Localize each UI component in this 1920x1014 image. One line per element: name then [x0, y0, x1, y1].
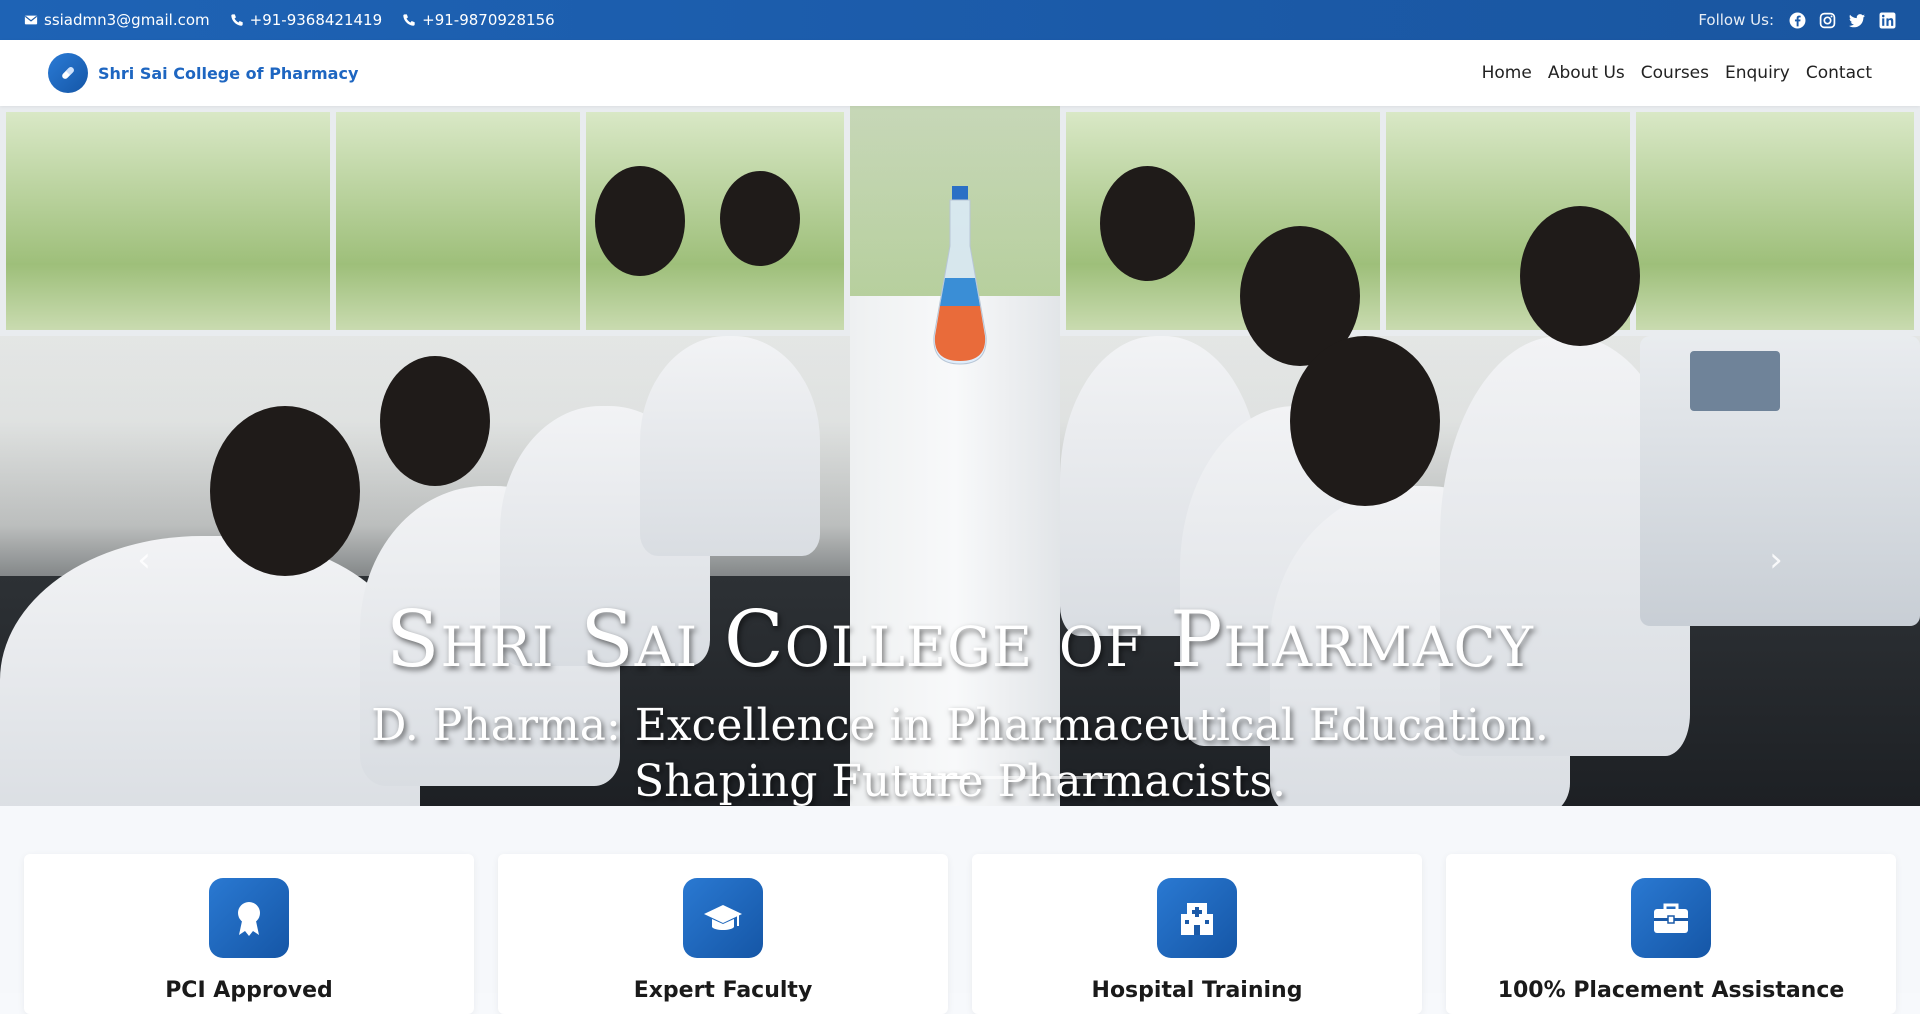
site-header: Shri Sai College of Pharmacy Home About …	[0, 40, 1920, 106]
hero-title: Shri Sai College of Pharmacy	[386, 595, 1534, 685]
main-nav: Home About Us Courses Enquiry Contact	[1482, 63, 1872, 83]
feature-card: Expert Faculty	[498, 854, 948, 1014]
envelope-icon	[24, 15, 38, 25]
award-icon	[209, 878, 289, 958]
nav-about-us[interactable]: About Us	[1548, 63, 1625, 83]
hero-carousel: ‹ › Shri Sai College of Pharmacy D. Phar…	[0, 106, 1920, 806]
phone-icon	[403, 14, 415, 26]
nav-courses[interactable]: Courses	[1641, 63, 1709, 83]
phone-link-2[interactable]: +91-9870928156	[402, 11, 555, 29]
nav-home[interactable]: Home	[1482, 63, 1532, 83]
feature-title: PCI Approved	[165, 978, 333, 1003]
hero-subtitle: D. Pharma: Excellence in Pharmaceutical …	[0, 698, 1920, 806]
feature-title: Hospital Training	[1091, 978, 1303, 1003]
email-text: ssiadmn3@gmail.com	[44, 11, 210, 29]
feature-cards: PCI Approved Expert Faculty Hospital Tra…	[24, 854, 1896, 1014]
brand-link[interactable]: Shri Sai College of Pharmacy	[48, 53, 358, 93]
instagram-icon[interactable]	[1818, 11, 1836, 29]
features-section: PCI Approved Expert Faculty Hospital Tra…	[0, 806, 1920, 1014]
hero-subtitle-line-2: Shaping Future Pharmacists.	[633, 756, 1287, 806]
feature-card: PCI Approved	[24, 854, 474, 1014]
carousel-indicator[interactable]	[910, 776, 970, 779]
feature-card: 100% Placement Assistance	[1446, 854, 1896, 1014]
carousel-indicators	[910, 776, 1110, 779]
carousel-prev-button[interactable]: ‹	[130, 540, 158, 580]
hero-subtitle-line-1: D. Pharma: Excellence in Pharmaceutical …	[371, 700, 1549, 751]
phone-icon	[230, 14, 243, 26]
feature-title: 100% Placement Assistance	[1497, 978, 1845, 1003]
graduation-cap-icon	[683, 878, 763, 958]
carousel-next-button[interactable]: ›	[1762, 540, 1790, 580]
carousel-indicator[interactable]	[1050, 776, 1110, 779]
top-contact-bar: ssiadmn3@gmail.com +91-9368421419 +91-98…	[0, 0, 1920, 40]
feature-card: Hospital Training	[972, 854, 1422, 1014]
nav-contact[interactable]: Contact	[1806, 63, 1872, 83]
phone-text-1: +91-9368421419	[249, 11, 383, 29]
follow-label: Follow Us:	[1698, 11, 1774, 29]
pill-logo-icon	[48, 53, 88, 93]
brand-name: Shri Sai College of Pharmacy	[98, 63, 359, 83]
linkedin-icon[interactable]	[1878, 11, 1896, 29]
email-link[interactable]: ssiadmn3@gmail.com	[24, 11, 210, 29]
phone-text-2: +91-9870928156	[422, 11, 555, 29]
hospital-icon	[1157, 878, 1237, 958]
contact-info: ssiadmn3@gmail.com +91-9368421419 +91-98…	[24, 11, 555, 29]
facebook-icon[interactable]	[1788, 11, 1806, 29]
nav-enquiry[interactable]: Enquiry	[1725, 63, 1790, 83]
twitter-icon[interactable]	[1848, 11, 1866, 29]
feature-title: Expert Faculty	[633, 978, 813, 1003]
carousel-indicator[interactable]	[980, 776, 1040, 779]
phone-link-1[interactable]: +91-9368421419	[230, 11, 383, 29]
briefcase-icon	[1631, 878, 1711, 958]
social-links: Follow Us:	[1698, 11, 1896, 29]
